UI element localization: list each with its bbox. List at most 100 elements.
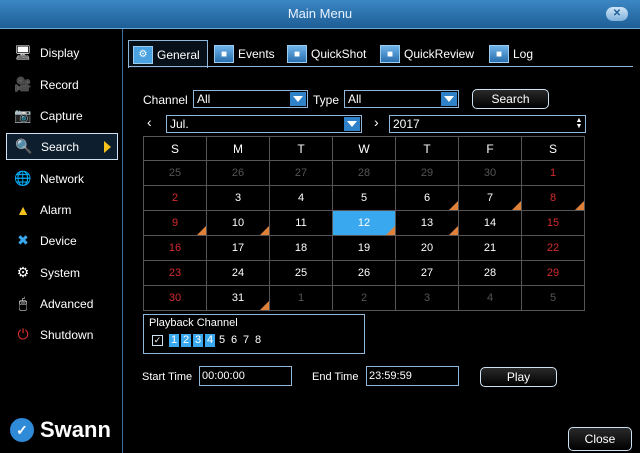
calendar-day[interactable]: 6 bbox=[395, 185, 459, 211]
play-button[interactable]: Play bbox=[480, 367, 557, 387]
channel-toggle-4[interactable]: 4 bbox=[205, 334, 215, 347]
calendar-day[interactable]: 11 bbox=[269, 210, 333, 236]
month-select[interactable]: Jul. bbox=[166, 115, 362, 133]
calendar-day[interactable]: 28 bbox=[458, 260, 522, 286]
end-time-input[interactable]: 23:59:59 bbox=[366, 366, 459, 386]
channel-toggle-6[interactable]: 6 bbox=[229, 334, 239, 347]
calendar-day[interactable]: 22 bbox=[521, 235, 585, 261]
select-all-checkbox[interactable]: ✓ bbox=[152, 335, 163, 346]
capture-icon: 📷 bbox=[14, 107, 32, 123]
calendar-day[interactable]: 5 bbox=[521, 285, 585, 311]
calendar-day[interactable]: 25 bbox=[269, 260, 333, 286]
sidebar-item-label: System bbox=[40, 265, 81, 280]
calendar-day[interactable]: 27 bbox=[269, 160, 333, 186]
calendar-day[interactable]: 16 bbox=[143, 235, 207, 261]
calendar-day[interactable]: 30 bbox=[143, 285, 207, 311]
calendar-day[interactable]: 3 bbox=[206, 185, 270, 211]
calendar-day[interactable]: 26 bbox=[206, 160, 270, 186]
calendar-day[interactable]: 2 bbox=[143, 185, 207, 211]
calendar-week-row: 2 3 4 5 6 7 8 bbox=[143, 185, 585, 211]
tab-events[interactable]: ■ Events bbox=[214, 40, 275, 68]
search-button[interactable]: Search bbox=[472, 89, 549, 109]
calendar-week-row: 16 17 18 19 20 21 22 bbox=[143, 235, 585, 261]
calendar-day[interactable]: 8 bbox=[521, 185, 585, 211]
channel-toggle-5[interactable]: 5 bbox=[217, 334, 227, 347]
calendar-day[interactable]: 5 bbox=[332, 185, 396, 211]
calendar-day[interactable]: 3 bbox=[395, 285, 459, 311]
calendar-day[interactable]: 14 bbox=[458, 210, 522, 236]
calendar-day[interactable]: 2 bbox=[332, 285, 396, 311]
year-spinner[interactable]: 2017 ▲ ▼ bbox=[389, 115, 586, 133]
calendar-day[interactable]: 9 bbox=[143, 210, 207, 236]
sidebar-item-device[interactable]: ✖ Device bbox=[6, 227, 118, 254]
calendar-day[interactable]: 7 bbox=[458, 185, 522, 211]
sidebar-item-alarm[interactable]: ▲ Alarm bbox=[6, 196, 118, 223]
sidebar-item-shutdown[interactable]: ⏻ Shutdown bbox=[6, 321, 118, 348]
calendar-day[interactable]: 23 bbox=[143, 260, 207, 286]
calendar-day[interactable]: 13 bbox=[395, 210, 459, 236]
channel-toggle-2[interactable]: 2 bbox=[181, 334, 191, 347]
prev-month-icon[interactable]: ‹ bbox=[147, 114, 152, 130]
calendar-day[interactable]: 10 bbox=[206, 210, 270, 236]
sidebar-item-label: Search bbox=[41, 139, 80, 154]
tab-label: QuickReview bbox=[404, 47, 475, 61]
sidebar-item-label: Shutdown bbox=[40, 327, 94, 342]
calendar-day[interactable]: 24 bbox=[206, 260, 270, 286]
calendar-day[interactable]: 15 bbox=[521, 210, 585, 236]
gear-icon: ⚙ bbox=[16, 264, 30, 280]
calendar-day[interactable]: 29 bbox=[521, 260, 585, 286]
sidebar-item-search[interactable]: 🔍 Search bbox=[6, 133, 118, 160]
sidebar-item-system[interactable]: ⚙ System bbox=[6, 259, 118, 286]
year-value: 2017 bbox=[393, 117, 420, 131]
sidebar-item-record[interactable]: 🎥 Record bbox=[6, 71, 118, 98]
calendar-day[interactable]: 17 bbox=[206, 235, 270, 261]
calendar-day[interactable]: 30 bbox=[458, 160, 522, 186]
sidebar: 🖥 Display 🎥 Record 📷 Capture 🔍 Search 🌐 … bbox=[0, 29, 123, 453]
tab-quickshot[interactable]: ■ QuickShot bbox=[287, 40, 366, 68]
sidebar-item-display[interactable]: 🖥 Display bbox=[6, 39, 118, 66]
quickreview-tab-icon: ■ bbox=[380, 45, 400, 63]
calendar-day[interactable]: 21 bbox=[458, 235, 522, 261]
calendar-day[interactable]: 1 bbox=[521, 160, 585, 186]
general-tab-icon: ⚙ bbox=[133, 45, 153, 64]
sidebar-item-advanced[interactable]: 🖱 Advanced bbox=[6, 290, 118, 317]
window-close-icon[interactable]: ✕ bbox=[606, 7, 628, 21]
calendar-day[interactable]: 27 bbox=[395, 260, 459, 286]
swann-logo-icon: ✓ bbox=[10, 418, 34, 442]
calendar-day[interactable]: 1 bbox=[269, 285, 333, 311]
channel-toggle-3[interactable]: 3 bbox=[193, 334, 203, 347]
playback-channel-title: Playback Channel bbox=[149, 317, 238, 329]
weekday-header: S bbox=[521, 136, 585, 161]
calendar-day[interactable]: 26 bbox=[332, 260, 396, 286]
mouse-icon: 🖱 bbox=[18, 295, 28, 311]
close-button[interactable]: Close bbox=[568, 427, 632, 451]
calendar-day[interactable]: 18 bbox=[269, 235, 333, 261]
calendar-week-row: 9 10 11 12 13 14 15 bbox=[143, 210, 585, 236]
sidebar-item-network[interactable]: 🌐 Network bbox=[6, 165, 118, 192]
sidebar-item-capture[interactable]: 📷 Capture bbox=[6, 102, 118, 129]
channel-select[interactable]: All bbox=[193, 90, 308, 108]
calendar-day[interactable]: 4 bbox=[458, 285, 522, 311]
spinner-arrows-icon[interactable]: ▲ ▼ bbox=[575, 117, 583, 130]
channel-toggle-7[interactable]: 7 bbox=[241, 334, 251, 347]
calendar-day[interactable]: 25 bbox=[143, 160, 207, 186]
channel-toggle-1[interactable]: 1 bbox=[169, 334, 179, 347]
start-time-input[interactable]: 00:00:00 bbox=[199, 366, 292, 386]
sidebar-item-label: Display bbox=[40, 45, 80, 60]
channel-toggle-8[interactable]: 8 bbox=[253, 334, 263, 347]
next-month-icon[interactable]: › bbox=[374, 114, 379, 130]
calendar-day-selected[interactable]: 12 bbox=[332, 210, 396, 236]
calendar-day[interactable]: 29 bbox=[395, 160, 459, 186]
calendar-day[interactable]: 28 bbox=[332, 160, 396, 186]
tab-general[interactable]: ⚙ General bbox=[128, 40, 208, 68]
sidebar-item-label: Advanced bbox=[40, 296, 94, 311]
tab-quickreview[interactable]: ■ QuickReview bbox=[380, 40, 474, 68]
tab-log[interactable]: ■ Log bbox=[489, 40, 533, 68]
calendar-day[interactable]: 19 bbox=[332, 235, 396, 261]
type-select[interactable]: All bbox=[344, 90, 459, 108]
calendar-day[interactable]: 20 bbox=[395, 235, 459, 261]
month-value: Jul. bbox=[170, 117, 189, 131]
warning-icon: ▲ bbox=[16, 201, 30, 218]
calendar-day[interactable]: 31 bbox=[206, 285, 270, 311]
calendar-day[interactable]: 4 bbox=[269, 185, 333, 211]
